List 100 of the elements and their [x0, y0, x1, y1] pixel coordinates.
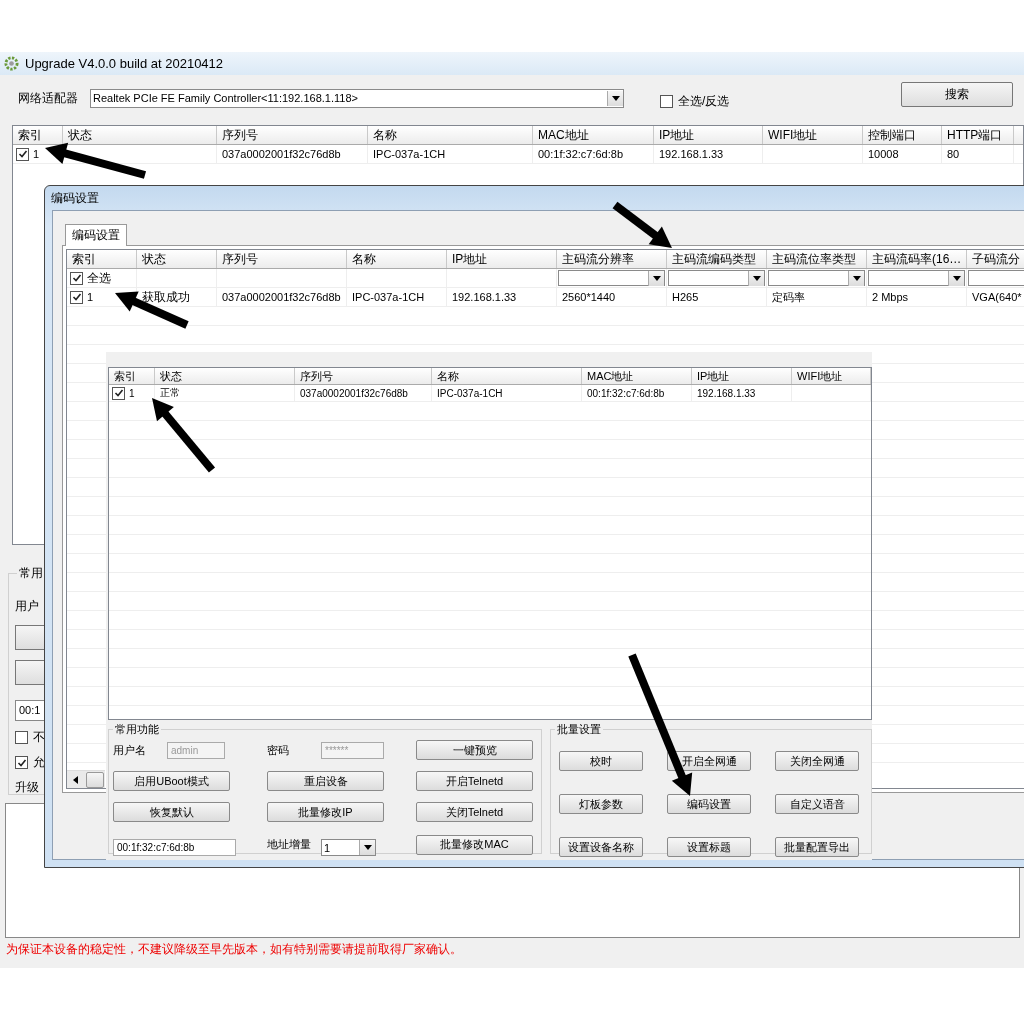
action-button[interactable]: 开启全网通 — [667, 751, 751, 771]
action-button[interactable]: 启用UBoot模式 — [113, 771, 230, 791]
action-button[interactable]: 开启Telnetd — [416, 771, 533, 791]
username-label: 用户名 — [113, 742, 147, 758]
checkbox[interactable] — [660, 94, 673, 108]
increment-dropdown[interactable]: 1 — [321, 839, 376, 856]
table-cell: 1 — [129, 387, 135, 399]
table-cell: 037a0002001f32c76d8b — [222, 148, 341, 160]
option-label: 不 — [33, 729, 45, 746]
option-label: 允 — [33, 754, 45, 771]
table-cell: IPC-037a-1CH — [373, 148, 446, 160]
annotation-arrow — [612, 201, 672, 248]
table-cell: 定码率 — [772, 289, 805, 305]
column-header[interactable]: WIFI地址 — [763, 126, 863, 144]
column-header[interactable]: 索引 — [67, 250, 137, 268]
column-header[interactable]: 索引 — [109, 368, 155, 384]
action-button[interactable]: 设置设备名称 — [559, 837, 643, 857]
preview-button[interactable]: 一键预览 — [416, 740, 533, 760]
column-header[interactable]: HTTP端口 — [942, 126, 1014, 144]
column-header[interactable]: IP地址 — [654, 126, 763, 144]
action-button[interactable]: 恢复默认 — [113, 802, 230, 822]
table-cell: 192.168.1.33 — [452, 291, 517, 303]
table-cell: IPC-037a-1CH — [437, 387, 503, 399]
table-cell: 1 — [87, 291, 94, 303]
column-header[interactable]: 主码流位率类型 — [767, 250, 867, 268]
checkbox[interactable] — [15, 756, 28, 769]
dropdown-arrow-icon[interactable] — [611, 95, 620, 101]
action-button[interactable]: 批量修改IP — [267, 802, 384, 822]
action-button[interactable]: 批量修改MAC — [416, 834, 533, 855]
column-header[interactable]: 主码流编码类型 — [667, 250, 767, 268]
column-header[interactable]: MAC地址 — [533, 126, 654, 144]
column-header[interactable]: 子码流分 — [967, 250, 1024, 268]
checkbox[interactable] — [112, 386, 125, 400]
table-cell: 正常 — [160, 386, 180, 400]
group-title: 批量设置 — [556, 722, 602, 737]
column-header[interactable]: IP地址 — [692, 368, 792, 384]
table-cell: 00:1f:32:c7:6d:8b — [587, 387, 665, 399]
table-cell: 2560*1440 — [562, 291, 616, 303]
action-button[interactable]: 关闭Telnetd — [416, 802, 533, 822]
select-all-label: 全选/反选 — [678, 92, 730, 110]
action-button[interactable]: 关闭全网通 — [775, 751, 859, 771]
select-all-label: 全选 — [87, 269, 111, 287]
table-cell: 192.168.1.33 — [659, 148, 724, 160]
column-header[interactable]: 序列号 — [295, 368, 432, 384]
table-cell: 获取成功 — [142, 288, 190, 306]
column-header[interactable]: 状态 — [155, 368, 295, 384]
column-header[interactable]: 主码流分辨率 — [557, 250, 667, 268]
notice-text: 为保证本设备的稳定性，不建议降级至早先版本，如有特别需要请提前取得厂家确认。 — [5, 941, 463, 958]
column-header[interactable]: 控制端口 — [863, 126, 942, 144]
upgrade-label: 升级 — [15, 779, 39, 796]
column-header[interactable]: 名称 — [432, 368, 582, 384]
checkbox[interactable] — [70, 271, 83, 285]
table-cell: 00:1f:32:c7:6d:8b — [538, 148, 623, 160]
gear-icon — [4, 56, 19, 71]
action-button[interactable]: 重启设备 — [267, 771, 384, 791]
dropdown-arrow-icon[interactable] — [952, 275, 961, 281]
group-title: 常用 — [18, 565, 44, 582]
action-button[interactable]: 校时 — [559, 751, 643, 771]
column-header[interactable]: IP地址 — [447, 250, 557, 268]
column-header[interactable]: 序列号 — [217, 250, 347, 268]
mac-field[interactable]: 00:1f:32:c7:6d:8b — [113, 839, 236, 856]
table-cell: H265 — [672, 291, 699, 303]
column-header[interactable]: 状态 — [137, 250, 217, 268]
horizontal-scrollbar[interactable] — [67, 770, 105, 788]
adapter-dropdown[interactable]: Realtek PCIe FE Family Controller<11:192.168.1.118> — [90, 88, 624, 108]
dialog-title: 编码设置 — [51, 189, 99, 207]
window-title: Upgrade V4.0.0 build at 20210412 — [25, 56, 224, 71]
table-cell: 10008 — [868, 148, 899, 160]
username-label: 用户 — [15, 598, 39, 615]
table-cell: IPC-037a-1CH — [352, 291, 425, 303]
column-header[interactable]: 序列号 — [217, 126, 368, 144]
action-button[interactable]: 设置标题 — [667, 837, 751, 857]
password-label: 密码 — [267, 742, 290, 758]
dropdown-arrow-icon[interactable] — [752, 275, 761, 281]
dropdown-arrow-icon[interactable] — [852, 275, 861, 281]
checkbox[interactable] — [70, 290, 83, 304]
column-header[interactable]: MAC地址 — [582, 368, 692, 384]
dropdown-arrow-icon[interactable] — [652, 275, 661, 281]
increment-label: 地址增量 — [267, 837, 312, 852]
column-header[interactable]: WIFI地址 — [792, 368, 871, 384]
table-cell: VGA(640* — [972, 291, 1022, 303]
column-header[interactable]: 名称 — [368, 126, 533, 144]
column-header[interactable]: 主码流码率(16… — [867, 250, 967, 268]
group-title: 常用功能 — [114, 722, 160, 737]
table-cell: 80 — [947, 148, 960, 160]
search-button[interactable]: 搜索 — [901, 81, 1014, 107]
table-cell: 037a0002001f32c76d8b — [300, 387, 408, 399]
dropdown-arrow-icon[interactable] — [363, 845, 372, 850]
action-button[interactable]: 批量配置导出 — [775, 837, 859, 857]
checkbox[interactable] — [16, 147, 29, 161]
table-cell: 192.168.1.33 — [697, 387, 756, 399]
action-button[interactable]: 编码设置 — [667, 794, 751, 814]
column-header[interactable]: 名称 — [347, 250, 447, 268]
tab[interactable]: 编码设置 — [65, 224, 127, 246]
table-cell: 2 Mbps — [872, 291, 909, 303]
table-cell: 037a0002001f32c76d8b — [222, 291, 341, 303]
action-button[interactable]: 灯板参数 — [559, 794, 643, 814]
scroll-left-arrow-icon[interactable] — [73, 775, 78, 784]
checkbox[interactable] — [15, 731, 28, 744]
action-button[interactable]: 自定义语音 — [775, 794, 859, 814]
